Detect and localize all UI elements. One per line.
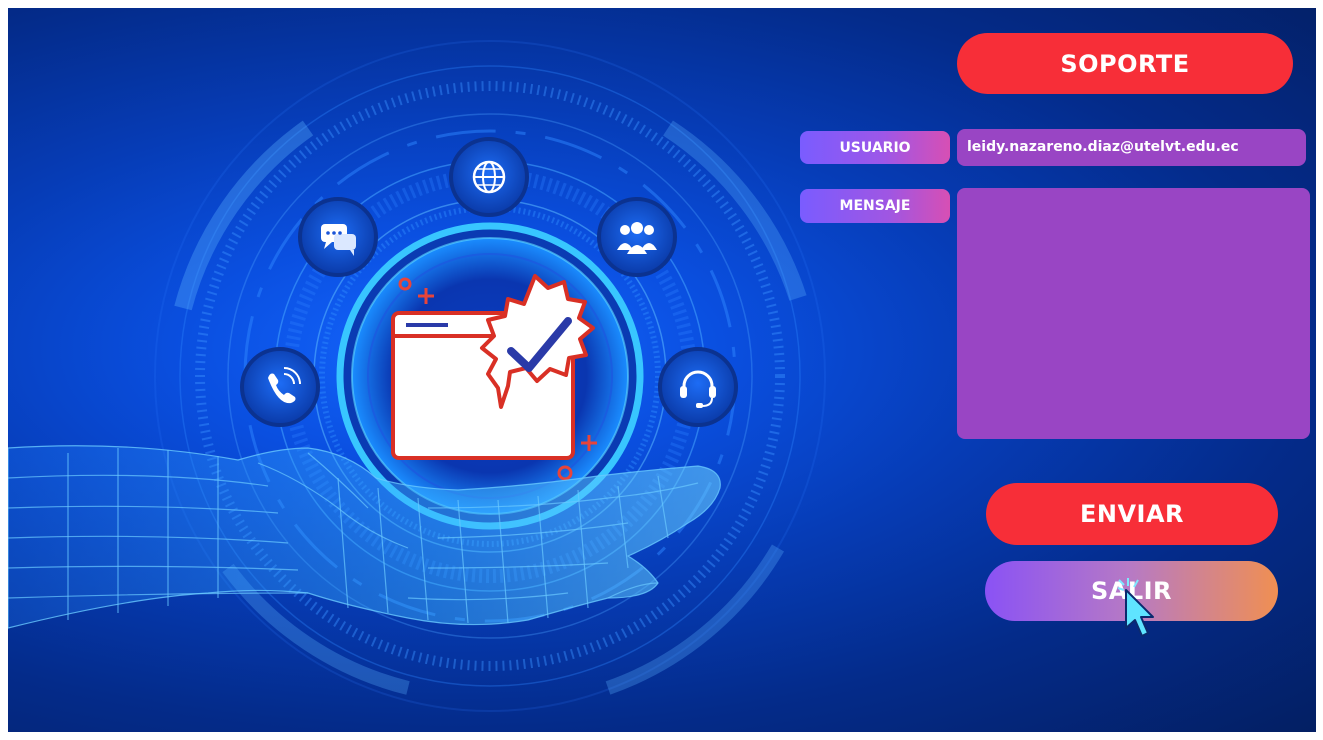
chat-icon	[298, 197, 378, 277]
mouse-pointer-icon	[1117, 578, 1154, 637]
usuario-field[interactable]: leidy.nazareno.diaz@utelvt.edu.ec	[957, 129, 1306, 166]
group-icon	[597, 197, 677, 277]
support-window: SOPORTE USUARIO leidy.nazareno.diaz@utel…	[8, 8, 1316, 732]
globe-icon	[449, 137, 529, 217]
mensaje-textarea[interactable]	[957, 188, 1310, 439]
headset-icon	[658, 347, 738, 427]
robotic-hand	[8, 445, 721, 629]
usuario-label: USUARIO	[800, 131, 950, 164]
enviar-button[interactable]: ENVIAR	[986, 483, 1278, 545]
phone-icon	[240, 347, 320, 427]
mensaje-label: MENSAJE	[800, 189, 950, 223]
page-title: SOPORTE	[957, 33, 1293, 94]
